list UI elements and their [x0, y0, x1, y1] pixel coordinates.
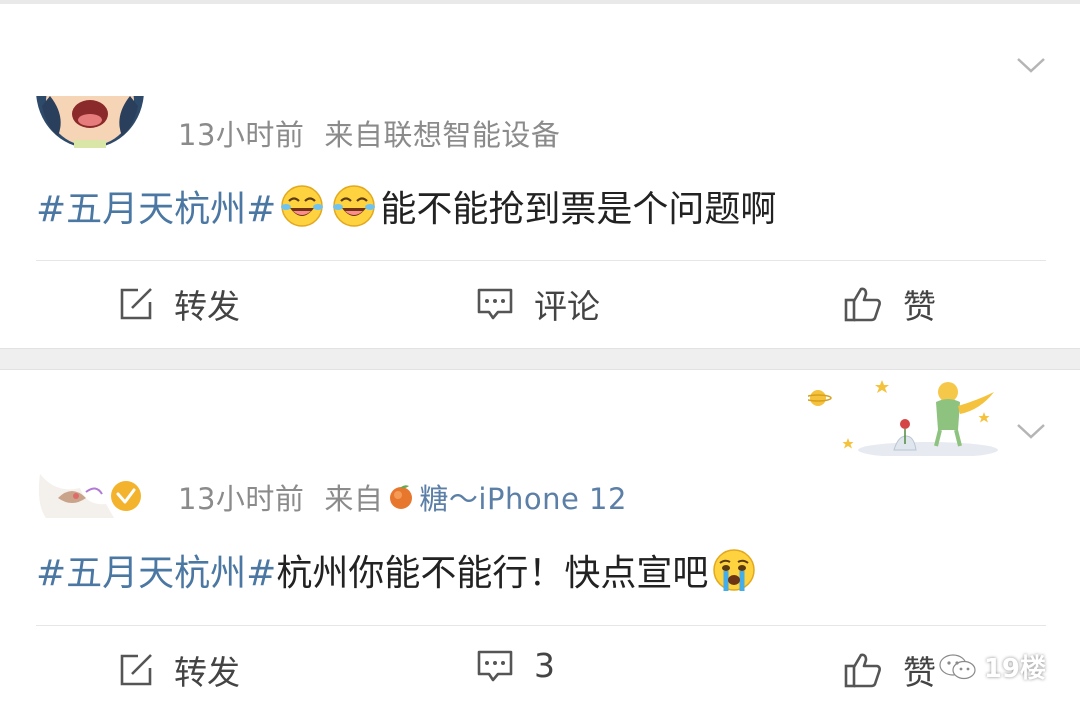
- post-content: #五月天杭州# 杭州你能不能行！快点宣吧: [36, 544, 760, 596]
- post-source: 来自联想智能设备: [324, 118, 561, 152]
- like-button[interactable]: 赞: [843, 280, 936, 328]
- laugh-cry-emoji: [281, 185, 324, 227]
- chevron-down-icon[interactable]: [1016, 416, 1046, 446]
- post-time: 13小时前: [178, 482, 305, 516]
- post-meta: 13小时前 来自联想智能设备: [178, 112, 560, 154]
- repost-label: 转发: [174, 287, 240, 326]
- chevron-down-icon[interactable]: [1016, 50, 1046, 80]
- like-button[interactable]: 赞: [843, 646, 936, 694]
- watermark: 19楼: [938, 648, 1046, 685]
- repost-label: 转发: [174, 653, 240, 692]
- topic-link[interactable]: #五月天杭州#: [36, 180, 276, 232]
- comment-count: 3: [534, 646, 555, 685]
- action-divider: [36, 260, 1046, 261]
- thumbs-up-icon: [844, 653, 881, 688]
- post-source-device[interactable]: 糖～iPhone 12: [419, 476, 627, 518]
- topic-link[interactable]: #五月天杭州#: [36, 544, 276, 596]
- peach-icon: [390, 485, 413, 509]
- laugh-cry-emoji: [333, 185, 376, 227]
- wechat-icon: [939, 653, 976, 679]
- verified-badge: [111, 481, 141, 511]
- watermark-label: 19楼: [983, 654, 1046, 684]
- avatar[interactable]: [36, 454, 144, 518]
- crying-emoji: [713, 549, 756, 591]
- repost-button[interactable]: 转发: [118, 280, 240, 328]
- repost-icon: [120, 654, 152, 686]
- post-separator: [0, 348, 1080, 370]
- post-source-prefix: 来自: [324, 482, 384, 516]
- post-text: 能不能抢到票是个问题啊: [380, 189, 777, 230]
- comment-icon: [477, 288, 513, 320]
- like-label: 赞: [903, 653, 936, 692]
- thumbs-up-icon: [844, 287, 881, 322]
- post-content: #五月天杭州# 能不能抢到票是个问题啊: [36, 180, 776, 232]
- comment-button[interactable]: 3: [476, 646, 555, 685]
- avatar[interactable]: [36, 96, 144, 148]
- action-divider: [36, 625, 1046, 626]
- comment-icon: [477, 650, 513, 681]
- post-time: 13小时前: [178, 118, 305, 152]
- weibo-post: 13小时前 来自 糖～iPhone 12 #五月天杭州# 杭州你能不能行！快点宣…: [0, 370, 1080, 711]
- comment-button[interactable]: 评论: [476, 280, 600, 328]
- like-label: 赞: [903, 287, 936, 326]
- repost-button[interactable]: 转发: [118, 646, 240, 694]
- post-meta: 13小时前 来自 糖～iPhone 12: [178, 476, 627, 518]
- weibo-post: 13小时前 来自联想智能设备 #五月天杭州# 能不能抢到票是个问题啊 转发 评论…: [0, 4, 1080, 348]
- post-text: 杭州你能不能行！快点宣吧: [276, 553, 709, 594]
- comment-label: 评论: [534, 287, 600, 326]
- repost-icon: [120, 288, 152, 320]
- little-prince-card-decoration: [808, 380, 998, 456]
